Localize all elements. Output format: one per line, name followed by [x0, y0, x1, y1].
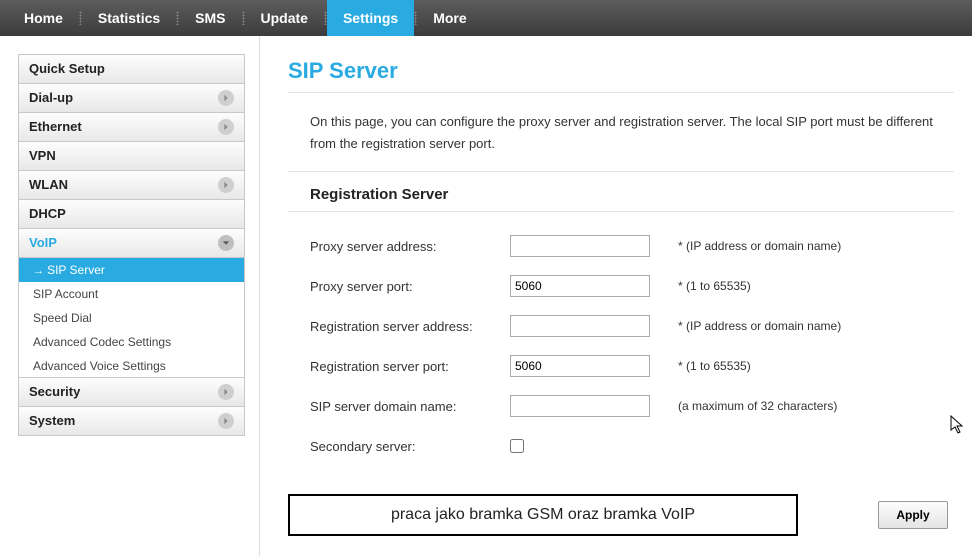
proxy-port-hint: * (1 to 65535): [678, 279, 751, 293]
proxy-address-hint: * (IP address or domain name): [678, 239, 841, 253]
sidebar-item-label: Quick Setup: [29, 55, 105, 83]
nav-home[interactable]: Home: [8, 0, 79, 36]
sidebar-item-label: System: [29, 407, 75, 435]
chevron-right-icon: [218, 384, 234, 400]
domain-input[interactable]: [510, 395, 650, 417]
reg-address-label: Registration server address:: [310, 319, 510, 334]
sidebar-item-voip[interactable]: VoIP: [18, 228, 245, 258]
sidebar-item-label: Dial-up: [29, 84, 73, 112]
nav-sms[interactable]: SMS: [179, 0, 241, 36]
reg-port-label: Registration server port:: [310, 359, 510, 374]
sidebar-item-label: Ethernet: [29, 113, 82, 141]
reg-port-hint: * (1 to 65535): [678, 359, 751, 373]
sidebar-item-ethernet[interactable]: Ethernet: [18, 112, 245, 142]
proxy-address-label: Proxy server address:: [310, 239, 510, 254]
sidebar-item-security[interactable]: Security: [18, 377, 245, 407]
sidebar-sub-sip-server[interactable]: SIP Server: [19, 258, 244, 282]
page-intro: On this page, you can configure the prox…: [288, 111, 954, 172]
page-title: SIP Server: [288, 58, 954, 93]
chevron-right-icon: [218, 413, 234, 429]
proxy-port-input[interactable]: [510, 275, 650, 297]
sidebar-item-label: VoIP: [29, 229, 57, 257]
nav-settings[interactable]: Settings: [327, 0, 414, 36]
nav-statistics[interactable]: Statistics: [82, 0, 176, 36]
sidebar-item-label: DHCP: [29, 200, 66, 228]
sidebar-sub-advanced-codec[interactable]: Advanced Codec Settings: [19, 330, 244, 354]
sidebar-item-label: WLAN: [29, 171, 68, 199]
proxy-port-label: Proxy server port:: [310, 279, 510, 294]
secondary-checkbox[interactable]: [510, 439, 524, 453]
secondary-label: Secondary server:: [310, 439, 510, 454]
sidebar-item-dial-up[interactable]: Dial-up: [18, 83, 245, 113]
apply-button[interactable]: Apply: [878, 501, 948, 529]
sidebar-item-quick-setup[interactable]: Quick Setup: [18, 54, 245, 84]
nav-more[interactable]: More: [417, 0, 482, 36]
reg-address-input[interactable]: [510, 315, 650, 337]
top-nav: Home Statistics SMS Update Settings More: [0, 0, 972, 36]
chevron-right-icon: [218, 119, 234, 135]
info-banner: praca jako bramka GSM oraz bramka VoIP: [288, 494, 798, 536]
sidebar-item-label: VPN: [29, 142, 56, 170]
sidebar-item-wlan[interactable]: WLAN: [18, 170, 245, 200]
sidebar-item-vpn[interactable]: VPN: [18, 141, 245, 171]
reg-address-hint: * (IP address or domain name): [678, 319, 841, 333]
sidebar-sub-advanced-voice[interactable]: Advanced Voice Settings: [19, 354, 244, 378]
domain-label: SIP server domain name:: [310, 399, 510, 414]
chevron-right-icon: [218, 177, 234, 193]
sidebar-sublist-voip: SIP Server SIP Account Speed Dial Advanc…: [18, 258, 245, 378]
sidebar-item-system[interactable]: System: [18, 406, 245, 436]
registration-form: Proxy server address: * (IP address or d…: [288, 226, 954, 466]
chevron-right-icon: [218, 90, 234, 106]
sidebar-item-label: Security: [29, 378, 80, 406]
sidebar-sub-sip-account[interactable]: SIP Account: [19, 282, 244, 306]
chevron-down-icon: [218, 235, 234, 251]
section-title: Registration Server: [288, 186, 954, 212]
proxy-address-input[interactable]: [510, 235, 650, 257]
sidebar-sub-speed-dial[interactable]: Speed Dial: [19, 306, 244, 330]
sidebar-item-dhcp[interactable]: DHCP: [18, 199, 245, 229]
sidebar: Quick Setup Dial-up Ethernet VPN WLAN DH…: [0, 36, 260, 556]
reg-port-input[interactable]: [510, 355, 650, 377]
nav-update[interactable]: Update: [245, 0, 324, 36]
domain-hint: (a maximum of 32 characters): [678, 399, 837, 413]
main-content: SIP Server On this page, you can configu…: [260, 36, 972, 556]
